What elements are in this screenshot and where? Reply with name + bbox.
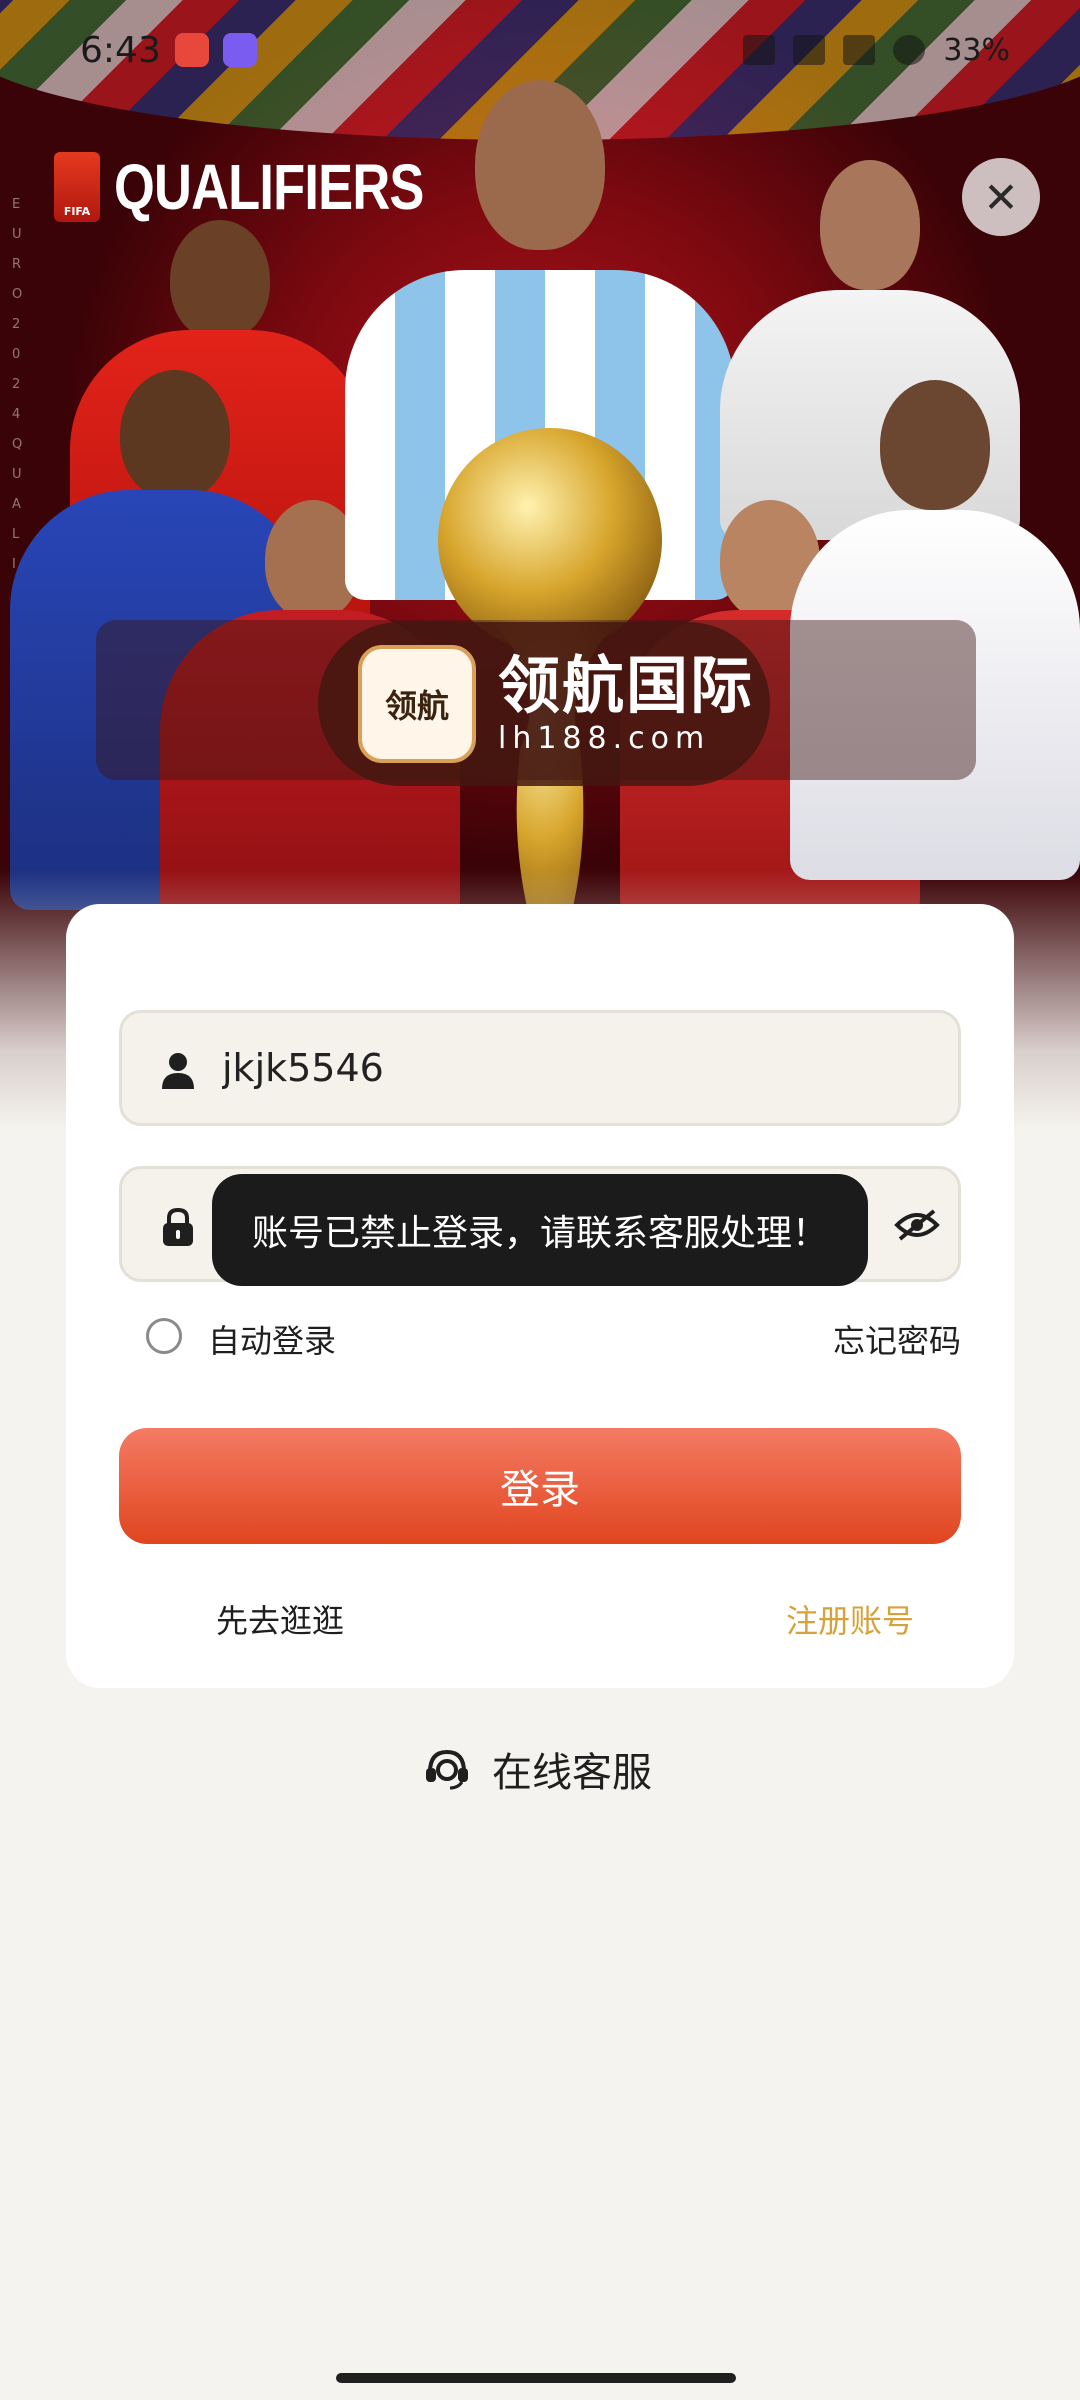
forgot-password-link[interactable]: 忘记密码: [833, 1316, 961, 1362]
notification-app-icon: [174, 33, 209, 67]
username-input[interactable]: [222, 1033, 922, 1103]
home-indicator[interactable]: [336, 2373, 736, 2383]
user-icon: [162, 1053, 194, 1089]
auto-login-label[interactable]: 自动登录: [208, 1316, 336, 1362]
wifi-icon: [843, 35, 876, 65]
mute-icon: [743, 35, 776, 65]
battery-percent: 33%: [943, 32, 1010, 68]
battery-icon: [893, 35, 926, 65]
online-service-button[interactable]: 在线客服: [424, 1740, 652, 1798]
signal-icon: [793, 35, 826, 65]
lock-icon: [163, 1207, 193, 1246]
close-button[interactable]: ✕: [962, 158, 1040, 236]
logo-badge-icon: 领航: [358, 645, 476, 763]
login-options-row: 自动登录 忘记密码: [146, 1312, 961, 1362]
status-time: 6:43: [80, 29, 161, 71]
close-icon: ✕: [983, 172, 1019, 222]
logo-title: 领航国际: [498, 649, 755, 722]
site-logo: 领航 领航国际 lh188.com: [318, 622, 770, 786]
qualifiers-brand: FIFA QUALIFIERS: [54, 150, 492, 224]
hide-password-eye-icon[interactable]: [894, 1207, 940, 1243]
login-button[interactable]: 登录: [119, 1428, 961, 1544]
username-field[interactable]: [119, 1010, 961, 1126]
browse-first-link[interactable]: 先去逛逛: [216, 1596, 344, 1642]
fifa-emblem-icon: FIFA: [54, 152, 100, 222]
auto-login-radio[interactable]: [146, 1318, 182, 1354]
toast-message: 账号已禁止登录，请联系客服处理！: [251, 1213, 828, 1254]
headset-icon: [426, 1749, 468, 1790]
logo-url: lh188.com: [498, 721, 711, 756]
login-card: 自动登录 忘记密码 登录 先去逛逛 注册账号: [66, 904, 1014, 1688]
register-account-link[interactable]: 注册账号: [786, 1596, 914, 1642]
status-bar: 6:43 33%: [0, 0, 1080, 100]
notification-app-icon: [222, 33, 257, 67]
qualifiers-title: QUALIFIERS: [114, 151, 424, 223]
error-toast: 账号已禁止登录，请联系客服处理！: [212, 1174, 868, 1286]
online-service-label: 在线客服: [492, 1750, 652, 1796]
